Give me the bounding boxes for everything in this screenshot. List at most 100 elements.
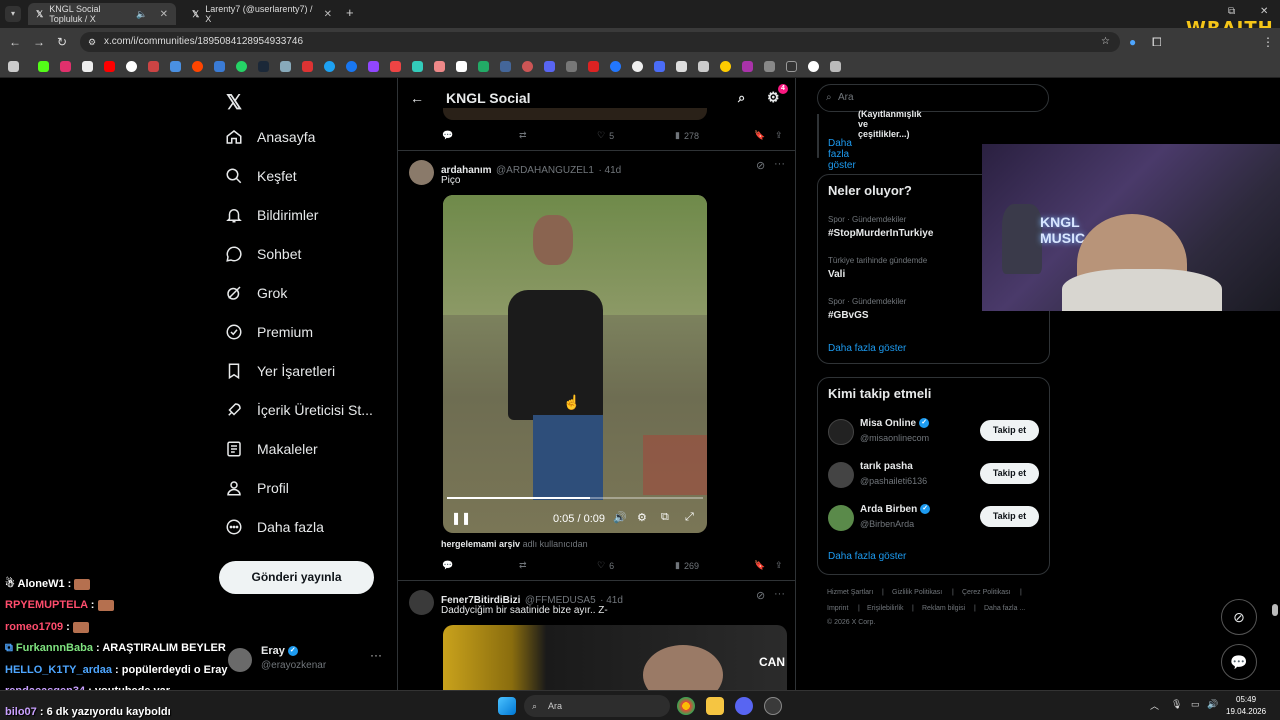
- search-input[interactable]: ⌕ Ara: [817, 84, 1049, 112]
- grok-icon[interactable]: ⊘: [756, 159, 765, 172]
- avatar[interactable]: [409, 590, 434, 615]
- bookmark-site-icon[interactable]: [610, 61, 621, 72]
- nav-explore[interactable]: Keşfet: [225, 167, 297, 185]
- speaker-icon[interactable]: 🔊: [1207, 699, 1218, 710]
- forward-icon[interactable]: →: [33, 35, 45, 49]
- suggestion-name[interactable]: tarık pasha: [860, 461, 913, 472]
- windows-start-icon[interactable]: [498, 697, 516, 715]
- like-button[interactable]: ♡ 5: [597, 130, 614, 141]
- show-more-link[interactable]: Daha fazla göster: [828, 343, 906, 354]
- more-options-icon[interactable]: ···: [774, 158, 785, 170]
- follow-button[interactable]: Takip et: [980, 420, 1039, 441]
- bookmark-site-icon[interactable]: [698, 61, 709, 72]
- nav-more[interactable]: Daha fazla: [225, 518, 324, 536]
- trend-item[interactable]: #StopMurderInTurkiye: [828, 228, 933, 239]
- views-button[interactable]: ▮ 278: [675, 130, 699, 141]
- bookmark-x-icon[interactable]: [82, 61, 93, 72]
- taskbar-search[interactable]: ⌕ Ara: [524, 695, 670, 717]
- bookmark-site-icon[interactable]: [456, 61, 467, 72]
- reply-icon[interactable]: 💬: [442, 130, 453, 141]
- bookmark-icon[interactable]: 🔖: [754, 130, 765, 141]
- close-window-icon[interactable]: ✕: [1260, 6, 1268, 17]
- share-icon[interactable]: ⇪: [775, 560, 783, 571]
- tweet-author-handle[interactable]: @ARDAHANGUZEL1: [496, 165, 594, 176]
- like-button[interactable]: ♡ 6: [597, 560, 614, 571]
- trend-item[interactable]: #GBvGS: [828, 310, 869, 321]
- nav-home[interactable]: Anasayfa: [225, 128, 315, 146]
- tab-larenty7[interactable]: 𝕏 Larenty7 (@userlarenty7) / X ✕: [184, 3, 340, 25]
- repost-icon[interactable]: ⇄: [519, 560, 527, 571]
- bookmark-instagram-icon[interactable]: [60, 61, 71, 72]
- settings-gear-icon[interactable]: ⚙: [767, 89, 780, 106]
- bookmark-site-icon[interactable]: [632, 61, 643, 72]
- bookmark-site-icon[interactable]: [434, 61, 445, 72]
- apps-grid-icon[interactable]: [8, 61, 19, 72]
- nav-profile[interactable]: Profil: [225, 479, 289, 497]
- picture-in-picture-icon[interactable]: ⧉: [661, 511, 669, 524]
- fullscreen-icon[interactable]: ⤢: [685, 511, 694, 524]
- restore-window-icon[interactable]: ⧉: [1228, 6, 1235, 17]
- avatar[interactable]: [828, 419, 854, 445]
- bookmark-site-icon[interactable]: [478, 61, 489, 72]
- site-info-icon[interactable]: ⚙: [88, 32, 96, 52]
- nav-creator-studio[interactable]: İçerik Üreticisi St...: [225, 401, 373, 419]
- footer-link[interactable]: Gizlilik Politikası: [892, 589, 942, 596]
- speaker-icon[interactable]: 🔈: [136, 9, 147, 20]
- bookmark-icon[interactable]: 🔖: [754, 560, 765, 571]
- new-tab-button[interactable]: +: [346, 5, 354, 20]
- more-options-icon[interactable]: ···: [774, 588, 785, 600]
- suggestion-name[interactable]: Arda Birben ✓: [860, 504, 931, 515]
- reply-icon[interactable]: 💬: [442, 560, 453, 571]
- back-arrow-icon[interactable]: ←: [410, 90, 424, 106]
- attribution-user[interactable]: hergelemami arşiv: [441, 539, 520, 549]
- file-explorer-icon[interactable]: [706, 697, 724, 715]
- close-tab-icon[interactable]: ✕: [324, 9, 332, 20]
- show-more-link[interactable]: Daha fazla göster: [828, 551, 906, 562]
- bookmark-site-icon[interactable]: [500, 61, 511, 72]
- previous-media-bottom[interactable]: [443, 108, 707, 120]
- x-logo-icon[interactable]: 𝕏: [226, 90, 242, 115]
- footer-link[interactable]: Erişilebilirlik: [867, 605, 904, 612]
- tweet-media[interactable]: CAN: [443, 625, 787, 690]
- nav-grok[interactable]: Grok: [225, 284, 287, 302]
- repost-icon[interactable]: ⇄: [519, 130, 527, 141]
- chrome-icon[interactable]: [677, 697, 695, 715]
- footer-link[interactable]: Hizmet Şartları: [827, 589, 873, 596]
- footer-link[interactable]: Imprint: [827, 605, 848, 612]
- account-menu-icon[interactable]: ···: [370, 648, 382, 662]
- trend-item[interactable]: Vali: [828, 269, 845, 280]
- bookmark-youtube-icon[interactable]: [104, 61, 115, 72]
- video-player[interactable]: ❚❚ 0:05 / 0:09 🔊 ⚙ ⧉ ⤢: [443, 195, 707, 533]
- bookmark-site-icon[interactable]: [808, 61, 819, 72]
- search-icon[interactable]: ⌕: [738, 90, 745, 106]
- messages-float-icon[interactable]: 💬: [1221, 644, 1257, 680]
- browser-menu-icon[interactable]: ⋮: [1262, 35, 1274, 49]
- follow-button[interactable]: Takip et: [980, 463, 1039, 484]
- bookmark-twitch-icon[interactable]: [368, 61, 379, 72]
- tab-search-button[interactable]: ▾: [5, 6, 21, 22]
- nav-notifications[interactable]: Bildirimler: [225, 206, 318, 224]
- bookmark-kick-icon[interactable]: [38, 61, 49, 72]
- bookmark-site-icon[interactable]: [786, 61, 797, 72]
- taskbar-clock[interactable]: 05:49 19.04.2026: [1226, 694, 1266, 718]
- avatar[interactable]: [228, 648, 252, 672]
- close-tab-icon[interactable]: ✕: [160, 9, 168, 20]
- bookmark-site-icon[interactable]: [720, 61, 731, 72]
- bookmark-site-icon[interactable]: [412, 61, 423, 72]
- bookmark-google-icon[interactable]: [126, 61, 137, 72]
- extension-icon[interactable]: ●: [1129, 35, 1136, 49]
- bookmark-reddit-icon[interactable]: [192, 61, 203, 72]
- footer-link[interactable]: Daha fazla ...: [984, 605, 1025, 612]
- bookmark-site-icon[interactable]: [764, 61, 775, 72]
- bookmark-star-icon[interactable]: ☆: [1101, 32, 1110, 52]
- app-icon[interactable]: [764, 697, 782, 715]
- display-icon[interactable]: ▭: [1191, 699, 1200, 710]
- nav-premium[interactable]: Premium: [225, 323, 313, 341]
- video-progress-bar[interactable]: [447, 497, 703, 499]
- discord-icon[interactable]: [735, 697, 753, 715]
- suggestion-name[interactable]: Misa Online ✓: [860, 418, 930, 429]
- url-bar[interactable]: ⚙ x.com/i/communities/189508412895493374…: [80, 32, 1120, 52]
- tweet-timestamp[interactable]: · 41d: [598, 165, 621, 176]
- bookmark-site-icon[interactable]: [830, 61, 841, 72]
- bookmark-site-icon[interactable]: [566, 61, 577, 72]
